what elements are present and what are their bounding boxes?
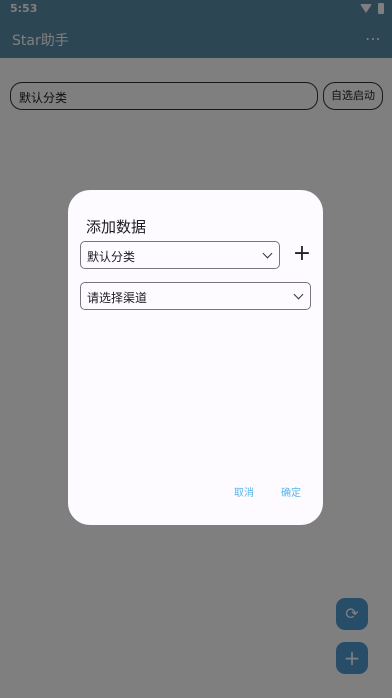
dialog-category-dropdown[interactable]: 默认分类 <box>80 241 280 269</box>
add-data-dialog: 添加数据 默认分类 + 请选择渠道 取消 确定 <box>68 190 323 525</box>
chevron-down-icon <box>293 289 304 300</box>
channel-placeholder: 请选择渠道 <box>87 291 148 305</box>
cancel-button[interactable]: 取消 <box>234 484 254 499</box>
chevron-down-icon <box>262 248 273 259</box>
dialog-title: 添加数据 <box>86 218 147 236</box>
channel-dropdown[interactable]: 请选择渠道 <box>80 282 311 310</box>
dialog-category-value: 默认分类 <box>87 250 136 264</box>
confirm-button[interactable]: 确定 <box>281 484 301 499</box>
add-category-button[interactable]: + <box>292 240 312 268</box>
